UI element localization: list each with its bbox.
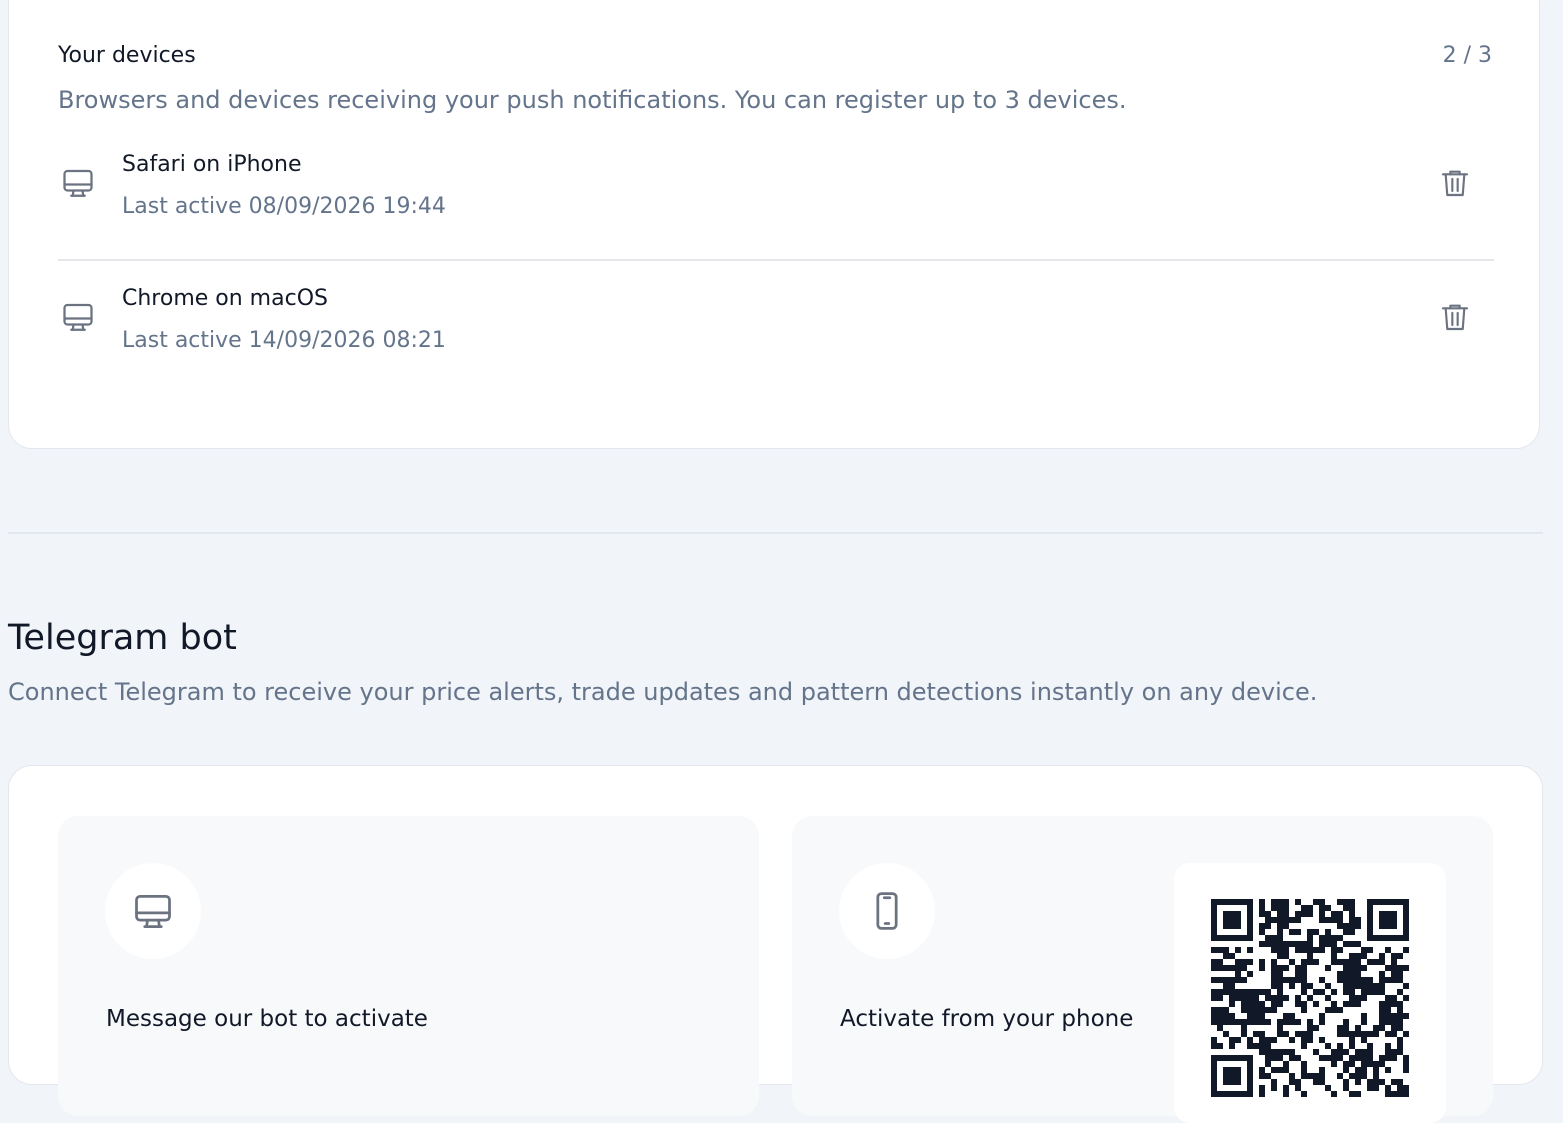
devices-count: 2 / 3: [1442, 43, 1492, 68]
telegram-title: Telegram bot: [8, 618, 237, 658]
remove-device-button[interactable]: [1438, 164, 1472, 202]
section-divider: [8, 532, 1543, 534]
device-name: Safari on iPhone: [122, 152, 302, 177]
device-row: Chrome on macOS Last active 14/09/2026 0…: [58, 283, 1494, 393]
activate-phone-panel[interactable]: Activate from your phone: [792, 816, 1493, 1123]
devices-card: Your devices 2 / 3 Browsers and devices …: [8, 0, 1540, 449]
device-last-active: Last active 14/09/2026 08:21: [122, 328, 446, 353]
devices-description: Browsers and devices receiving your push…: [58, 86, 1127, 114]
icon-circle: [105, 863, 201, 959]
trash-icon: [1441, 304, 1469, 331]
activate-phone-title: Activate from your phone: [840, 1006, 1134, 1032]
message-bot-title: Message our bot to activate: [106, 1006, 428, 1032]
qr-code-box: [1174, 863, 1446, 1123]
telegram-description: Connect Telegram to receive your price a…: [8, 678, 1318, 706]
telegram-card: Message our bot to activate Activate fro…: [8, 765, 1543, 1123]
trash-icon: [1441, 170, 1469, 197]
icon-circle: [839, 863, 935, 959]
monitor-icon: [60, 299, 96, 335]
device-row: Safari on iPhone Last active 08/09/2026 …: [58, 149, 1494, 261]
monitor-icon: [135, 894, 171, 928]
remove-device-button[interactable]: [1438, 298, 1472, 336]
message-bot-panel[interactable]: Message our bot to activate: [58, 816, 759, 1116]
smartphone-icon: [876, 892, 898, 930]
device-name: Chrome on macOS: [122, 286, 328, 311]
devices-title: Your devices: [58, 43, 196, 68]
monitor-icon: [60, 165, 96, 201]
device-last-active: Last active 08/09/2026 19:44: [122, 194, 446, 219]
qr-code: [1211, 899, 1409, 1097]
